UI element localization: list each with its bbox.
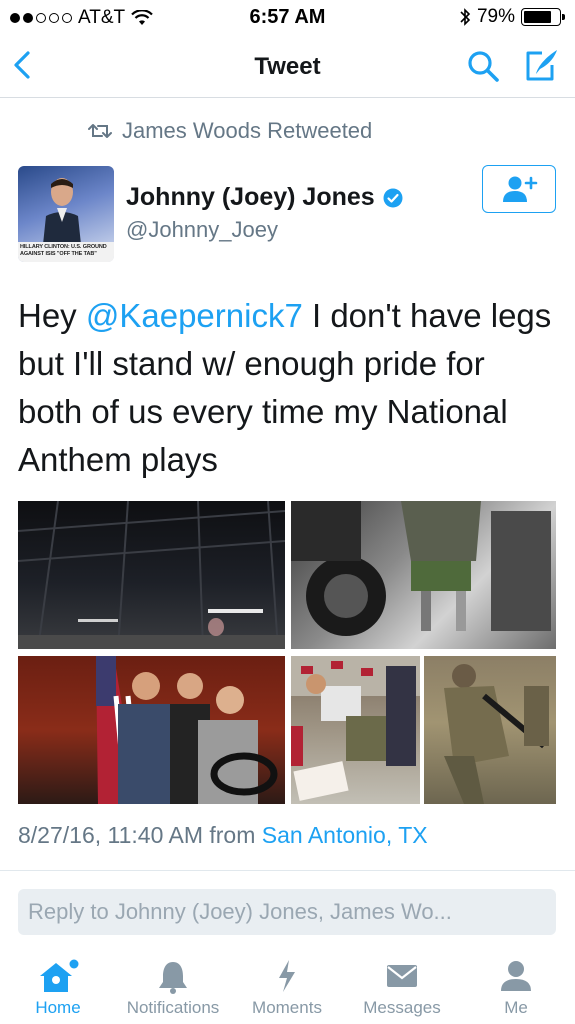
tab-label: Messages [363, 998, 441, 1017]
media-photo-3[interactable] [18, 656, 285, 804]
avatar-caption: HILLARY CLINTON: U.S. GROUND AGAINST ISI… [18, 242, 114, 262]
tweet-prefix: Hey [18, 297, 86, 334]
author-handle[interactable]: @Johnny_Joey [126, 217, 278, 243]
retweeted-by-label: James Woods Retweeted [122, 118, 373, 143]
tweet-text: Hey @Kaepernick7 I don't have legs but I… [18, 292, 558, 484]
status-right: 79% [459, 6, 565, 28]
tab-home[interactable]: Home [18, 950, 98, 1024]
tab-label: Me [504, 998, 528, 1017]
follow-button[interactable] [482, 165, 556, 213]
soldier-in-field-image [444, 664, 549, 804]
search-icon[interactable] [466, 49, 500, 83]
nav-bar: Tweet [0, 34, 575, 98]
envelope-icon [387, 965, 417, 987]
author-name-row[interactable]: Johnny (Joey) Jones [126, 183, 403, 212]
reply-input[interactable]: Reply to Johnny (Joey) Jones, James Wo..… [18, 889, 556, 935]
add-user-icon [503, 176, 538, 202]
tab-messages[interactable]: Messages [354, 950, 450, 1024]
divider [0, 870, 575, 871]
media-photo-5[interactable] [424, 656, 556, 804]
retweet-icon [88, 124, 112, 138]
tweet-timestamp: 8/27/16, 11:40 AM from [18, 822, 262, 848]
battery-icon [521, 8, 565, 26]
tab-label: Notifications [126, 998, 220, 1017]
tab-me[interactable]: Me [490, 950, 542, 1024]
veteran-walking-image [291, 501, 551, 636]
lightning-icon [279, 960, 295, 992]
media-photo-4[interactable] [291, 656, 420, 804]
location-link[interactable]: San Antonio, TX [262, 822, 428, 848]
tab-notifications[interactable]: Notifications [118, 950, 228, 1024]
home-icon [40, 959, 79, 992]
verified-badge-icon [383, 188, 403, 207]
tab-moments[interactable]: Moments [244, 950, 330, 1024]
status-bar: AT&T 6:57 AM 79% [0, 0, 575, 34]
media-photo-2[interactable] [291, 501, 556, 649]
tab-label: Moments [252, 998, 322, 1017]
mention-link[interactable]: @Kaepernick7 [86, 297, 303, 334]
avatar[interactable]: HILLARY CLINTON: U.S. GROUND AGAINST ISI… [18, 166, 114, 262]
retweeted-by: James Woods Retweeted [88, 118, 372, 144]
tab-bar: Home Notifications Moments Messages Me [0, 950, 575, 1024]
author-name[interactable]: Johnny (Joey) Jones [126, 183, 375, 212]
kneeling-at-flags-image [291, 656, 420, 801]
battery-percent: 79% [476, 6, 515, 27]
bluetooth-icon [460, 8, 471, 26]
tab-label: Home [35, 998, 81, 1017]
hangar-ceiling-image [18, 501, 285, 649]
compose-icon[interactable] [522, 47, 560, 83]
person-icon [501, 961, 531, 991]
tweet-meta: 8/27/16, 11:40 AM from San Antonio, TX [18, 822, 428, 849]
media-photo-1[interactable] [18, 501, 285, 649]
men-with-flag-image [96, 656, 278, 804]
bell-icon [159, 962, 187, 994]
